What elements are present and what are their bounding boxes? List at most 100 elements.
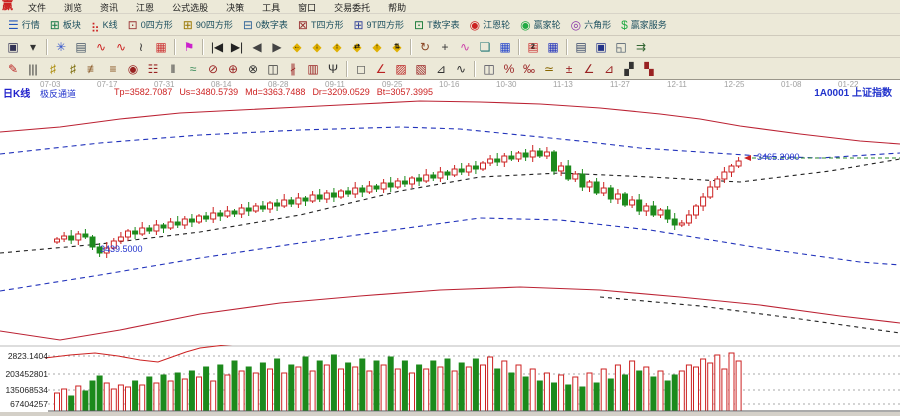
- menu-item-工具[interactable]: 工具: [253, 3, 289, 13]
- flag-icon[interactable]: ⚑: [179, 37, 199, 57]
- shade-icon[interactable]: ▨: [391, 59, 411, 79]
- diamond-updown-icon[interactable]: ◆↕: [327, 37, 347, 57]
- candle: [686, 215, 691, 223]
- rotate-icon[interactable]: ↻: [415, 37, 435, 57]
- sine-icon[interactable]: ∿: [451, 59, 471, 79]
- diag-icon[interactable]: ▞: [619, 59, 639, 79]
- percent-icon[interactable]: %: [499, 59, 519, 79]
- report-icon[interactable]: ▤: [571, 37, 591, 57]
- next-bar-icon[interactable]: ▶: [267, 37, 287, 57]
- diag2-icon[interactable]: ▚: [639, 59, 659, 79]
- box-divide-icon[interactable]: ◫: [263, 59, 283, 79]
- square9T-button[interactable]: ⊞9T四方形: [348, 16, 409, 33]
- diamond-down-icon[interactable]: ◆↓: [307, 37, 327, 57]
- plusminus-icon[interactable]: ±: [559, 59, 579, 79]
- menu-item-公式选股[interactable]: 公式选股: [163, 3, 217, 13]
- grid-blue-icon[interactable]: ▦: [495, 37, 515, 57]
- diamond-cycle-icon[interactable]: ◆⇅: [387, 37, 407, 57]
- vertical-lines-icon[interactable]: |||: [23, 59, 43, 79]
- quotes-button[interactable]: ☰行情: [3, 16, 45, 33]
- last-bar-icon[interactable]: ▶|: [227, 37, 247, 57]
- diamond-up-icon[interactable]: ◆↑: [367, 37, 387, 57]
- volume-bar: [296, 367, 301, 411]
- kline-chart[interactable]: [0, 80, 900, 350]
- volume-bar: [601, 369, 606, 411]
- wave-down-icon[interactable]: ∿: [111, 37, 131, 57]
- square90-button[interactable]: ⊞90四方形: [178, 16, 238, 33]
- indicator-line-icon[interactable]: ∿: [455, 37, 475, 57]
- circle-tool-icon[interactable]: ◉: [123, 59, 143, 79]
- menu-item-决策[interactable]: 决策: [217, 3, 253, 13]
- target-icon[interactable]: ⊕: [223, 59, 243, 79]
- crosshair-icon[interactable]: +: [435, 37, 455, 57]
- slash-circle-icon[interactable]: ⊘: [203, 59, 223, 79]
- rect-tool-icon[interactable]: ◻: [351, 59, 371, 79]
- triangle-icon[interactable]: ⊿: [431, 59, 451, 79]
- asterisk-icon[interactable]: ✳: [51, 37, 71, 57]
- approx-icon[interactable]: ≃: [539, 59, 559, 79]
- angle-icon[interactable]: ∠: [371, 59, 391, 79]
- notes-icon[interactable]: ▤: [71, 37, 91, 57]
- trend-angle-icon[interactable]: ∠: [579, 59, 599, 79]
- menu-item-江恩[interactable]: 江恩: [127, 3, 163, 13]
- squareT-button[interactable]: ⊠T四方形: [293, 16, 349, 33]
- save-icon[interactable]: ▣: [591, 37, 611, 57]
- hatch-icon[interactable]: ▥: [303, 59, 323, 79]
- candle: [530, 151, 535, 157]
- menu-item-帮助[interactable]: 帮助: [379, 3, 415, 13]
- diamond-left-icon[interactable]: ◆←: [287, 37, 307, 57]
- winner-service-button[interactable]: $赢家服务: [616, 16, 672, 33]
- gann-wheel-button[interactable]: ◉江恩轮: [465, 16, 516, 33]
- matrix-icon[interactable]: ▦: [543, 37, 563, 57]
- chart-area[interactable]: 07-0307-1707-3108-1408-2809-1109-2510-16…: [0, 79, 900, 417]
- panel-icon[interactable]: ❏: [475, 37, 495, 57]
- fork-icon[interactable]: Ψ: [323, 59, 343, 79]
- first-bar-icon[interactable]: |◀: [207, 37, 227, 57]
- kline-button[interactable]: ⣦K线: [86, 16, 123, 33]
- squiggle-icon[interactable]: ≀: [131, 37, 151, 57]
- menu-item-资讯[interactable]: 资讯: [91, 3, 127, 13]
- hexagon-button[interactable]: ◎六角形: [566, 16, 617, 33]
- menu-item-文件[interactable]: 文件: [19, 3, 55, 13]
- candle: [573, 174, 578, 179]
- sector-button[interactable]: ⊞板块: [45, 16, 86, 33]
- candle: [310, 195, 315, 201]
- volume-chart[interactable]: [0, 345, 900, 417]
- table-icon[interactable]: ◫: [479, 59, 499, 79]
- prev-bar-icon[interactable]: ◀: [247, 37, 267, 57]
- gann-grid-icon[interactable]: ♯: [43, 59, 63, 79]
- angle-lines-icon[interactable]: ∦: [283, 59, 303, 79]
- pencil-icon[interactable]: ✎: [3, 59, 23, 79]
- winner-wheel-button[interactable]: ◉赢家轮: [515, 16, 566, 33]
- hlines-icon[interactable]: ≡: [103, 59, 123, 79]
- menu-item-浏览[interactable]: 浏览: [55, 3, 91, 13]
- square0-button[interactable]: ⊡0四方形: [123, 16, 178, 33]
- wave-tool-icon[interactable]: ≈: [183, 59, 203, 79]
- gann-grid2-icon[interactable]: ♯: [63, 59, 83, 79]
- copy-icon[interactable]: ◱: [611, 37, 631, 57]
- numtable0-button[interactable]: ⊟0数字表: [238, 16, 293, 33]
- candle: [268, 203, 273, 209]
- parallel-icon[interactable]: ‖: [163, 59, 183, 79]
- candle: [154, 225, 159, 231]
- hexagon-icon: ◎: [571, 19, 581, 31]
- trigram-icon[interactable]: ☷: [143, 59, 163, 79]
- layout-dropdown-icon[interactable]: ▾: [23, 37, 43, 57]
- candle: [360, 188, 365, 192]
- fib-lines-icon[interactable]: ≢: [83, 59, 103, 79]
- wave-up-icon[interactable]: ∿: [91, 37, 111, 57]
- wedge-icon[interactable]: ⊿: [599, 59, 619, 79]
- grid-red-icon[interactable]: ▦: [151, 37, 171, 57]
- volume-bar: [452, 371, 457, 411]
- calendar-icon[interactable]: ▤2: [523, 37, 543, 57]
- diamond-swap-icon[interactable]: ◆⇄: [347, 37, 367, 57]
- permille-icon[interactable]: ‰: [519, 59, 539, 79]
- window-layout-icon[interactable]: ▣: [3, 37, 23, 57]
- numtableT-button[interactable]: ⊡T数字表: [409, 16, 465, 33]
- export-icon[interactable]: ⇉: [631, 37, 651, 57]
- menu-item-交易委托[interactable]: 交易委托: [325, 3, 379, 13]
- shade2-icon[interactable]: ▧: [411, 59, 431, 79]
- candle: [246, 208, 251, 211]
- menu-item-窗口[interactable]: 窗口: [289, 3, 325, 13]
- cross-circle-icon[interactable]: ⊗: [243, 59, 263, 79]
